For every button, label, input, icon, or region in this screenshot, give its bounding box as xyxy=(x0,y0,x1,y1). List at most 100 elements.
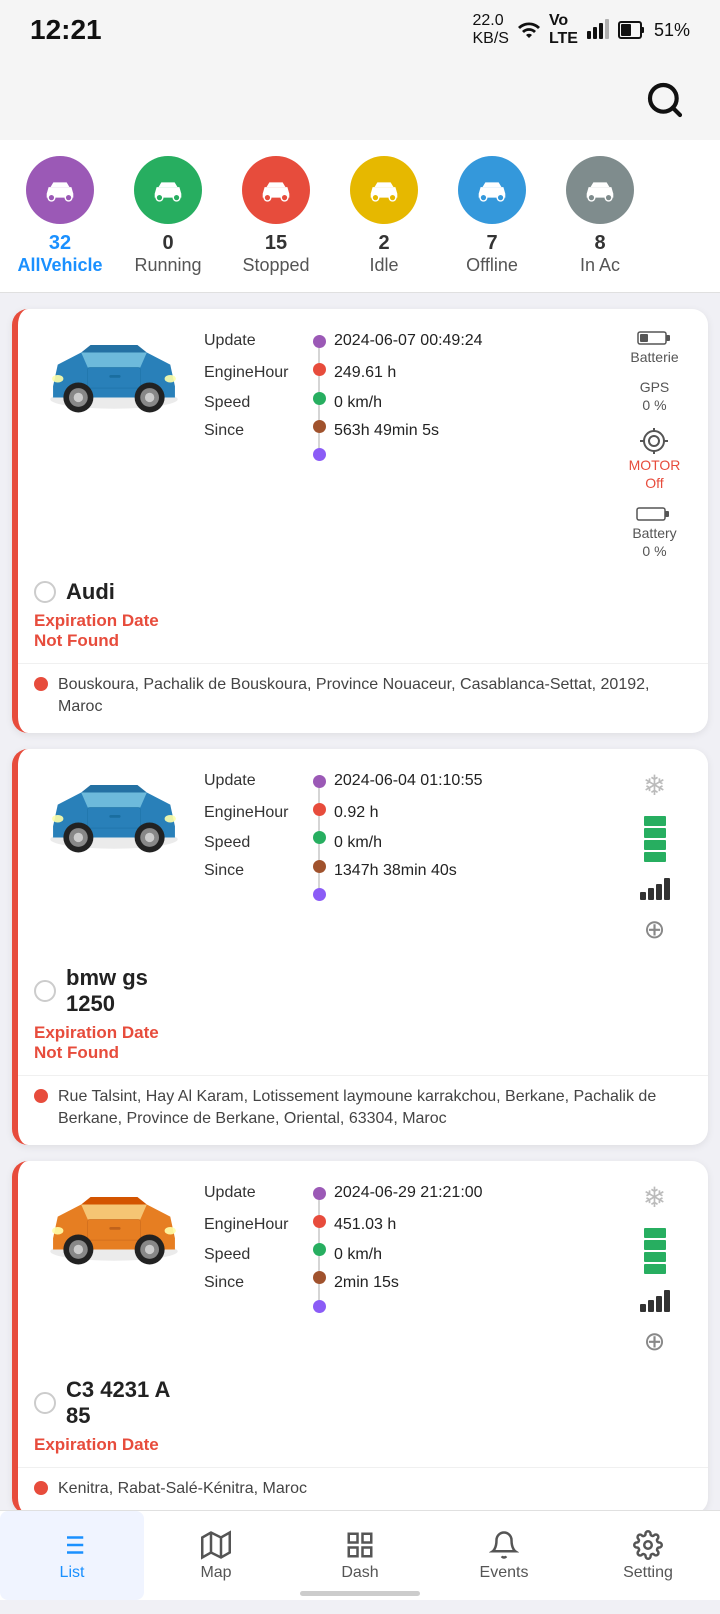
dash-icon xyxy=(345,1530,375,1560)
motor-icon xyxy=(638,427,670,455)
audi-address-dot xyxy=(34,677,48,691)
tab-idle-icon xyxy=(350,156,418,224)
bmw-battery-full xyxy=(644,816,666,862)
vehicle-cards-container: Update EngineHour Speed Since xyxy=(0,293,720,1614)
nav-setting[interactable]: Setting xyxy=(576,1511,720,1600)
nav-events[interactable]: Events xyxy=(432,1511,576,1600)
audi-val-update: 2024-06-07 00:49:24 xyxy=(334,325,607,357)
dot-end xyxy=(313,448,326,461)
line-4 xyxy=(318,433,320,448)
car-image-bmw xyxy=(34,765,194,945)
c3-val-engine: 451.03 h xyxy=(334,1209,607,1241)
card-main-audi: Update EngineHour Speed Since xyxy=(18,309,708,571)
nav-events-label: Events xyxy=(480,1564,529,1582)
c3-dot-5 xyxy=(313,1300,326,1313)
audi-gps-group: GPS 0 % xyxy=(640,379,670,413)
battery-small-icon xyxy=(636,505,672,523)
c3-address-dot xyxy=(34,1481,48,1495)
c3-signal-bars xyxy=(640,1288,670,1312)
car-illustration-c3 xyxy=(39,1181,189,1271)
audi-val-speed: 0 km/h xyxy=(334,389,607,417)
c3-label-speed: Speed xyxy=(204,1241,304,1269)
tab-all-vehicle[interactable]: 32 AllVehicle xyxy=(10,156,110,276)
dot-update xyxy=(313,335,326,348)
audi-battery-group: Battery 0 % xyxy=(632,505,676,559)
audi-stats-timeline: Update EngineHour Speed Since xyxy=(204,325,607,461)
audi-labels: Update EngineHour Speed Since xyxy=(204,325,304,461)
tab-inac-label: In Ac xyxy=(580,255,620,276)
nav-map[interactable]: Map xyxy=(144,1511,288,1600)
search-bar xyxy=(0,60,720,140)
tab-stopped[interactable]: 15 Stopped xyxy=(226,156,326,276)
vehicle-card-bmw[interactable]: Update EngineHour Speed Since xyxy=(12,749,708,1145)
bmw-line-1 xyxy=(318,788,320,803)
search-button[interactable] xyxy=(640,75,690,125)
c3-dot-2 xyxy=(313,1215,326,1228)
nav-dash[interactable]: Dash xyxy=(288,1511,432,1600)
audi-address: Bouskoura, Pachalik de Bouskoura, Provin… xyxy=(18,663,708,733)
bmw-dot-5 xyxy=(313,888,326,901)
tab-idle-count: 2 xyxy=(378,232,389,255)
card-main-c3: Update EngineHour Speed Since xyxy=(18,1161,708,1369)
c3-radio[interactable] xyxy=(34,1392,56,1414)
network-speed: 22.0KB/S xyxy=(472,12,508,48)
audi-expiry: Expiration DateNot Found xyxy=(18,605,708,663)
nav-list-label: List xyxy=(60,1564,85,1582)
bmw-address-dot xyxy=(34,1089,48,1103)
tab-all-count: 32 xyxy=(49,232,71,255)
crosshair-icon: ⊕ xyxy=(644,914,666,945)
status-icons: 22.0KB/S VoLTE 51% xyxy=(472,12,690,48)
battery-percent: 51% xyxy=(654,20,690,41)
c3-name-area: C3 4231 A85 xyxy=(18,1377,708,1429)
bmw-radio[interactable] xyxy=(34,980,56,1002)
car-icon-running xyxy=(149,171,187,209)
car-illustration-bmw xyxy=(39,769,189,859)
c3-crosshair-icon: ⊕ xyxy=(644,1326,666,1357)
c3-val-since: 2min 15s xyxy=(334,1269,607,1297)
nav-dash-label: Dash xyxy=(341,1564,378,1582)
vehicle-card-c3[interactable]: Update EngineHour Speed Since xyxy=(12,1161,708,1514)
tab-offline-count: 7 xyxy=(486,232,497,255)
dot-speed xyxy=(313,392,326,405)
bottom-nav: List Map Dash Events Setting xyxy=(0,1510,720,1600)
bmw-label-speed: Speed xyxy=(204,829,304,857)
tab-idle[interactable]: 2 Idle xyxy=(334,156,434,276)
bmw-dot-2 xyxy=(313,803,326,816)
bmw-address-text: Rue Talsint, Hay Al Karam, Lotissement l… xyxy=(58,1086,692,1131)
bmw-val-since: 1347h 38min 40s xyxy=(334,857,607,885)
audi-radio[interactable] xyxy=(34,581,56,603)
tab-running[interactable]: 0 Running xyxy=(118,156,218,276)
c3-line-3 xyxy=(318,1256,320,1271)
tab-offline-icon xyxy=(458,156,526,224)
vehicle-card-audi[interactable]: Update EngineHour Speed Since xyxy=(12,309,708,733)
bmw-label-since: Since xyxy=(204,857,304,885)
car-icon-inac xyxy=(581,171,619,209)
bmw-val-update: 2024-06-04 01:10:55 xyxy=(334,765,607,797)
wifi-icon xyxy=(517,18,541,42)
car-icon-offline xyxy=(473,171,511,209)
home-indicator xyxy=(300,1591,420,1596)
audi-label-speed: Speed xyxy=(204,389,304,417)
list-icon xyxy=(57,1530,87,1560)
c3-val-update: 2024-06-29 21:21:00 xyxy=(334,1177,607,1209)
c3-battery-full xyxy=(644,1228,666,1274)
c3-labels: Update EngineHour Speed Since xyxy=(204,1177,304,1313)
bmw-right-icons: ❄ ⊕ xyxy=(617,765,692,945)
bmw-dot-1 xyxy=(313,775,326,788)
bmw-line-3 xyxy=(318,844,320,859)
audi-batterie-group: Batterie xyxy=(630,329,678,365)
motor-val: Off xyxy=(645,475,663,491)
nav-list[interactable]: List xyxy=(0,1511,144,1600)
c3-timeline xyxy=(310,1177,328,1313)
signal-icon xyxy=(586,18,610,42)
audi-stats: Update EngineHour Speed Since xyxy=(204,325,607,559)
tab-offline[interactable]: 7 Offline xyxy=(442,156,542,276)
bmw-timeline xyxy=(310,765,328,901)
tab-running-count: 0 xyxy=(162,232,173,255)
car-icon-idle xyxy=(365,171,403,209)
bmw-labels: Update EngineHour Speed Since xyxy=(204,765,304,901)
c3-snowflake-icon: ❄ xyxy=(643,1181,666,1214)
tab-inac[interactable]: 8 In Ac xyxy=(550,156,650,276)
car-image-audi xyxy=(34,325,194,559)
bmw-stats-timeline: Update EngineHour Speed Since xyxy=(204,765,607,901)
